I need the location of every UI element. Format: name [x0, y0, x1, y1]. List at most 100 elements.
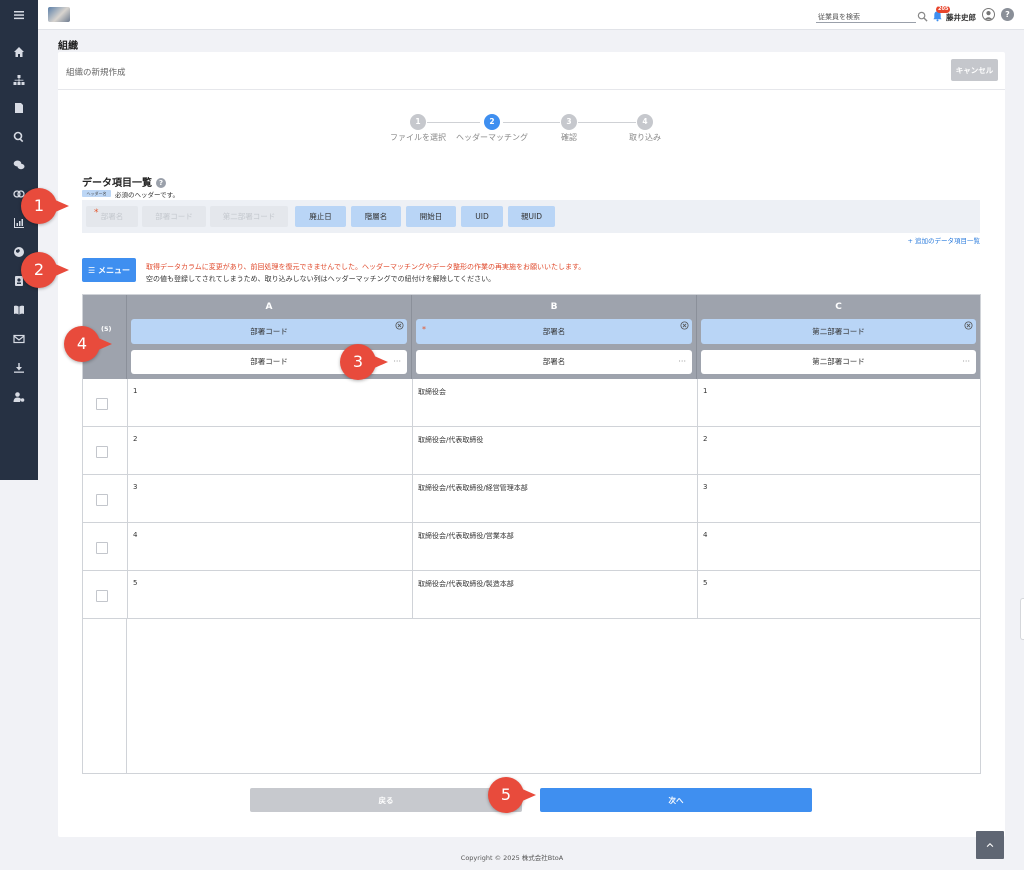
header-pill[interactable]: UID — [461, 206, 503, 227]
header-pill[interactable]: 部署コード — [142, 206, 206, 227]
row-checkbox[interactable] — [96, 494, 108, 506]
required-mark: * — [94, 208, 99, 218]
table-cell: 1 — [127, 379, 412, 427]
matched-header-label: 第二部署コード — [812, 327, 865, 336]
cancel-button[interactable]: キャンセル — [951, 59, 998, 81]
step-number: 3 — [561, 114, 577, 130]
table-row: 1 取締役会 1 — [83, 379, 980, 427]
more-icon[interactable]: ··· — [393, 350, 401, 374]
avatar[interactable] — [982, 8, 995, 21]
column-letter: C — [835, 302, 842, 312]
side-tab[interactable] — [1020, 598, 1024, 640]
search-icon[interactable] — [0, 126, 38, 148]
header-pill-label: 廃止日 — [309, 212, 332, 221]
matched-header-pill[interactable]: 部署コード — [131, 319, 407, 344]
table-row: 4 取締役会/代表取締役/営業本部 4 — [83, 523, 980, 571]
chevron-up-icon — [986, 842, 994, 847]
topbar: 205 藤井史郎 ? — [38, 0, 1024, 30]
callout-marker: 4 — [64, 326, 112, 362]
row-checkbox[interactable] — [96, 446, 108, 458]
scroll-to-top-button[interactable] — [976, 831, 1004, 859]
close-icon[interactable] — [395, 321, 404, 330]
header-pill-label: 開始日 — [419, 212, 443, 221]
row-count: (5) — [101, 325, 112, 333]
row-checkbox[interactable] — [96, 590, 108, 602]
callout-marker: 3 — [340, 344, 388, 380]
menu-button[interactable]: ☰ メニュー — [82, 258, 136, 282]
header-pill[interactable]: 第二部署コード — [210, 206, 288, 227]
column-letter: A — [265, 302, 273, 312]
menu-icon[interactable] — [0, 4, 38, 26]
column-divider — [126, 619, 127, 774]
home-icon[interactable] — [0, 41, 38, 63]
sidebar — [0, 0, 38, 480]
table-cell: 2 — [127, 427, 412, 475]
matched-header-label: 部署名 — [542, 327, 566, 336]
warning-message: 取得データカラムに変更があり、前回処理を復元できませんでした。ヘッダーマッチング… — [146, 263, 586, 271]
close-icon[interactable] — [964, 321, 973, 330]
card-header: 組織の新規作成 キャンセル — [58, 52, 1005, 90]
back-button[interactable]: 戻る — [250, 788, 522, 812]
legend-pill: ヘッダー名 — [82, 190, 111, 197]
matched-header-pill[interactable]: 第二部署コード — [701, 319, 976, 344]
table-cell: 5 — [127, 571, 412, 619]
header-pill-area: * 部署名 部署コード 第二部署コード 廃止日 階層名 開始日 UID 親UID — [82, 200, 980, 233]
header-pill[interactable]: * 部署名 — [86, 206, 138, 227]
table-row: 3 取締役会/代表取締役/経営管理本部 3 — [83, 475, 980, 523]
header-select-value: 部署名 — [542, 357, 566, 366]
column-header-c: C 第二部署コード 第二部署コード ··· — [697, 295, 980, 379]
header-pill-label: 親UID — [521, 212, 542, 221]
org-icon[interactable] — [0, 69, 38, 91]
header-select-value: 第二部署コード — [812, 357, 865, 366]
document-icon[interactable] — [0, 97, 38, 119]
user-settings-icon[interactable] — [0, 386, 38, 408]
question-icon[interactable]: ? — [156, 178, 166, 188]
more-icon[interactable]: ··· — [962, 350, 970, 374]
table-row: 5 取締役会/代表取締役/製造本部 5 — [83, 571, 980, 619]
next-button[interactable]: 次へ — [540, 788, 812, 812]
row-checkbox[interactable] — [96, 398, 108, 410]
matched-header-label: 部署コード — [250, 327, 288, 336]
header-select-value: 部署コード — [250, 357, 288, 366]
help-button[interactable]: ? — [1001, 8, 1014, 21]
main-card: 組織の新規作成 キャンセル 1 ファイルを選択 2 ヘッダーマッチング 3 確認… — [58, 52, 1005, 837]
column-header-b: B * 部署名 部署名 ··· — [412, 295, 697, 379]
step-number: 1 — [410, 114, 426, 130]
user-name[interactable]: 藤井史郎 — [946, 12, 976, 23]
more-icon[interactable]: ··· — [678, 350, 686, 374]
search-icon[interactable] — [917, 11, 928, 22]
table-cell: 4 — [697, 523, 980, 571]
table-cell: 1 — [697, 379, 980, 427]
header-pill[interactable]: 親UID — [508, 206, 555, 227]
mail-icon[interactable] — [0, 328, 38, 350]
table-cell: 取締役会/代表取締役/営業本部 — [412, 523, 697, 571]
copyright: Copyright © 2025 株式会社BtoA — [460, 854, 564, 862]
book-icon[interactable] — [0, 299, 38, 321]
header-pill[interactable]: 廃止日 — [295, 206, 346, 227]
employee-search-input[interactable] — [816, 11, 916, 23]
close-icon[interactable] — [680, 321, 689, 330]
table-row: 2 取締役会/代表取締役 2 — [83, 427, 980, 475]
header-pill-label: UID — [475, 212, 489, 221]
step-number: 4 — [637, 114, 653, 130]
download-icon[interactable] — [0, 357, 38, 379]
header-pill[interactable]: 開始日 — [406, 206, 456, 227]
company-logo[interactable] — [48, 7, 70, 22]
table-cell: 2 — [697, 427, 980, 475]
table-cell: 3 — [697, 475, 980, 523]
add-data-items-link[interactable]: + 追加のデータ項目一覧 — [907, 235, 980, 245]
callout-marker: 1 — [21, 188, 69, 224]
legend-text: 必須のヘッダーです。 — [115, 191, 179, 199]
row-checkbox[interactable] — [96, 542, 108, 554]
header-pill[interactable]: 階層名 — [351, 206, 401, 227]
table-cell: 取締役会/代表取締役/経営管理本部 — [412, 475, 697, 523]
matched-header-pill[interactable]: * 部署名 — [416, 319, 692, 344]
matching-table: (5) A 部署コード 部署コード ··· B * 部署名 部署名 ··· C 第二… — [82, 294, 981, 774]
data-items-title-text: データ項目一覧 — [82, 178, 152, 189]
chat-icon[interactable] — [0, 154, 38, 176]
column-letter: B — [550, 302, 558, 312]
header-select[interactable]: 部署名 ··· — [416, 350, 692, 374]
header-pill-label: 階層名 — [364, 212, 388, 221]
header-select[interactable]: 第二部署コード ··· — [701, 350, 976, 374]
callout-marker: 5 — [488, 777, 536, 813]
